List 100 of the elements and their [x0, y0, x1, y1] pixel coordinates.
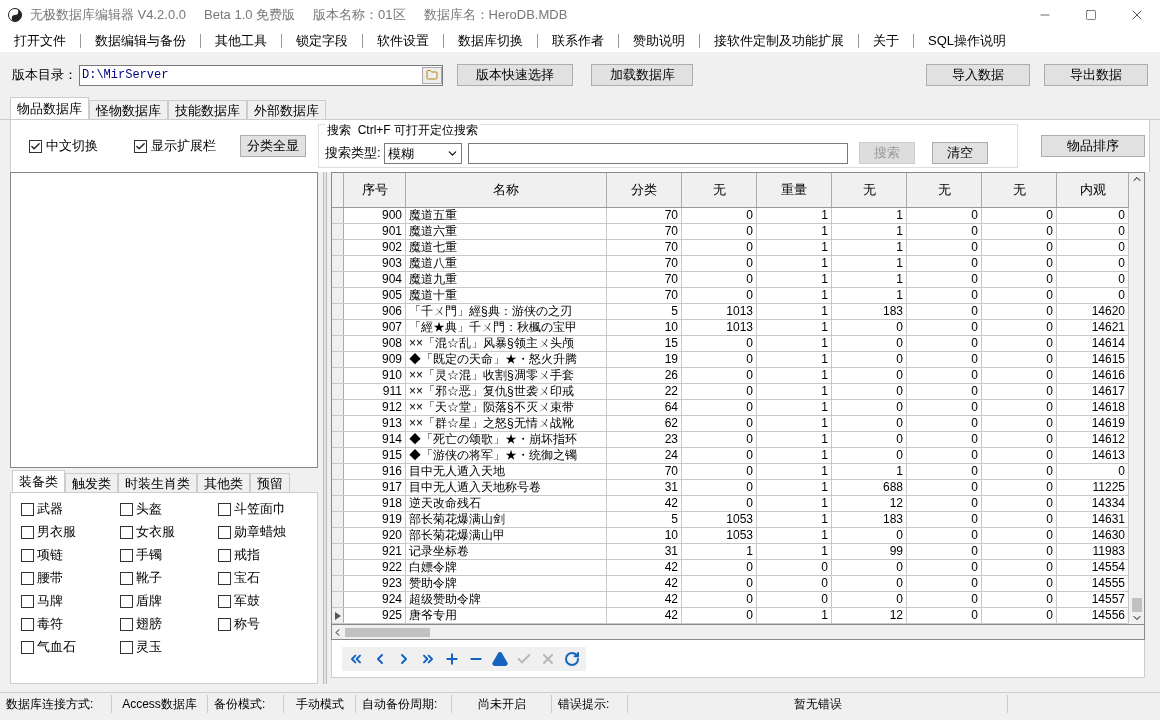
table-cell: 0: [907, 352, 982, 367]
menu-item[interactable]: 数据编辑与备份: [95, 33, 186, 48]
checked-checkbox[interactable]: [29, 139, 42, 153]
checkbox[interactable]: [21, 502, 34, 516]
scroll-thumb[interactable]: [1131, 598, 1142, 612]
column-header[interactable]: 分类: [607, 173, 682, 207]
table-cell: 42: [607, 560, 682, 575]
checkbox[interactable]: [119, 640, 133, 654]
tab[interactable]: 物品数据库: [10, 97, 89, 119]
search-field[interactable]: [467, 143, 848, 164]
table-cell: 0: [907, 384, 982, 399]
checkbox-label: 戒指: [234, 546, 261, 565]
menu-item[interactable]: 软件设置: [377, 33, 429, 48]
button[interactable]: 导出数据: [1044, 64, 1148, 86]
table-cell: 部长菊花爆满山甲: [406, 528, 607, 543]
menu-item[interactable]: 赞助说明: [633, 33, 685, 48]
table-cell: 0: [982, 480, 1057, 495]
table-cell: 1: [757, 320, 832, 335]
checkbox[interactable]: [21, 571, 34, 585]
checkbox[interactable]: [119, 525, 133, 539]
checkbox[interactable]: [218, 617, 232, 631]
menu-item[interactable]: 数据库切换: [458, 33, 523, 48]
checkbox[interactable]: [119, 571, 133, 585]
checkbox[interactable]: [21, 617, 34, 631]
column-header[interactable]: 名称: [406, 173, 607, 207]
checkbox[interactable]: [218, 594, 232, 608]
table-cell: 0: [682, 224, 757, 239]
table-cell: 908: [344, 336, 406, 351]
button[interactable]: 加载数据库: [591, 64, 693, 86]
table-cell: 0: [907, 496, 982, 511]
menu-item[interactable]: SQL操作说明: [928, 33, 1006, 48]
table-cell: 0: [982, 400, 1057, 415]
table-cell: 0: [682, 608, 757, 623]
table-cell: 0: [682, 384, 757, 399]
tab[interactable]: 预留: [250, 473, 290, 492]
button[interactable]: 清空: [931, 142, 988, 164]
checkbox[interactable]: [218, 502, 232, 516]
table-cell: 42: [607, 576, 682, 591]
table-cell: 42: [607, 608, 682, 623]
checkbox-label: 毒符: [37, 615, 63, 634]
tab[interactable]: 外部数据库: [247, 100, 326, 119]
checkbox[interactable]: [119, 502, 133, 516]
table-cell: ××「灵☆混」收割§凋零ㄨ手套: [406, 368, 607, 383]
horizontal-scrollbar[interactable]: [331, 625, 1145, 640]
tab[interactable]: 触发类: [65, 473, 118, 492]
table-cell: 42: [607, 496, 682, 511]
checkbox[interactable]: [21, 548, 34, 562]
button[interactable]: 分类全显: [240, 135, 306, 157]
table-cell: 1: [757, 448, 832, 463]
checkbox[interactable]: [218, 548, 232, 562]
column-header[interactable]: 无: [832, 173, 907, 207]
checkbox[interactable]: [218, 571, 232, 585]
menu-item[interactable]: 关于: [873, 33, 899, 48]
menu-item[interactable]: 联系作者: [552, 33, 604, 48]
column-header[interactable]: 无: [907, 173, 982, 207]
column-header[interactable]: 无: [982, 173, 1057, 207]
search-type-dropdown[interactable]: 模糊: [383, 143, 462, 164]
column-header[interactable]: 序号: [344, 173, 406, 207]
tab[interactable]: 装备类: [12, 470, 65, 492]
table-cell: 1: [757, 512, 832, 527]
tab[interactable]: 技能数据库: [168, 100, 247, 119]
checkbox[interactable]: [119, 617, 133, 631]
checkbox[interactable]: [119, 594, 133, 608]
menu-item[interactable]: 接软件定制及功能扩展: [714, 33, 844, 48]
table-cell: 0: [982, 336, 1057, 351]
vertical-scrollbar[interactable]: [1129, 173, 1144, 624]
checkbox[interactable]: [21, 594, 34, 608]
button[interactable]: 导入数据: [926, 64, 1030, 86]
table-cell: 0: [832, 416, 907, 431]
path-field[interactable]: D:\MirServer: [79, 64, 443, 86]
current-row-icon: [334, 611, 341, 620]
checkbox[interactable]: [21, 640, 34, 654]
checkbox[interactable]: [218, 525, 232, 539]
table-cell: 910: [344, 368, 406, 383]
checkbox[interactable]: [119, 548, 133, 562]
table-cell: 0: [682, 592, 757, 607]
column-header[interactable]: 无: [682, 173, 757, 207]
table-cell: 0: [982, 576, 1057, 591]
splitter[interactable]: [322, 172, 327, 684]
table-cell: 1: [757, 432, 832, 447]
row-indicator[interactable]: [332, 608, 344, 623]
checkbox-label: 中文切换: [46, 137, 98, 156]
tab[interactable]: 怪物数据库: [89, 100, 168, 119]
button[interactable]: 物品排序: [1041, 135, 1145, 157]
table-cell: 915: [344, 448, 406, 463]
table-cell: 1: [757, 384, 832, 399]
checkbox[interactable]: [21, 525, 34, 539]
column-header[interactable]: 重量: [757, 173, 832, 207]
checked-checkbox[interactable]: [134, 139, 147, 153]
checkbox-label: 靴子: [135, 569, 162, 588]
menu-item[interactable]: 锁定字段: [296, 33, 348, 48]
table-cell: 0: [832, 528, 907, 543]
tab[interactable]: 时装生肖类: [118, 473, 197, 492]
menu-item[interactable]: 打开文件: [14, 33, 66, 48]
menu-item[interactable]: 其他工具: [215, 33, 267, 48]
table-cell: 31: [607, 480, 682, 495]
tab[interactable]: 其他类: [197, 473, 250, 492]
folder-button[interactable]: [422, 66, 442, 84]
table-cell: 922: [344, 560, 406, 575]
button[interactable]: 版本快速选择: [457, 64, 573, 86]
